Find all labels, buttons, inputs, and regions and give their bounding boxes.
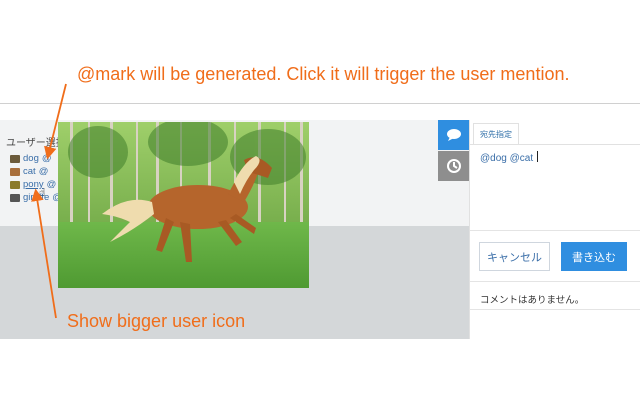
user-item-giraffe[interactable]: giraffe @ (10, 191, 58, 204)
mention-at-mark[interactable]: @ (39, 166, 49, 177)
editor-text: @dog @cat (480, 153, 534, 164)
hand-cursor-icon: ☝ (39, 187, 46, 199)
empty-comments-message: コメントはありません。 (480, 295, 585, 306)
pony-icon (10, 180, 20, 189)
user-item-dog[interactable]: dog @ (10, 152, 58, 165)
comment-tab[interactable] (438, 120, 469, 150)
dog-icon (10, 154, 20, 163)
divider (470, 281, 640, 282)
annotation-top: @mark will be generated. Click it will t… (77, 64, 570, 84)
divider (470, 230, 640, 231)
horse-photo (58, 122, 309, 288)
mention-at-mark[interactable]: @ (47, 179, 57, 190)
giraffe-icon (10, 193, 20, 202)
user-name[interactable]: cat (23, 166, 36, 177)
divider (0, 103, 640, 104)
comment-editor[interactable]: @dog @cat (480, 151, 539, 164)
history-icon (446, 159, 461, 173)
write-button[interactable]: 書き込む (561, 242, 627, 271)
comment-icon (446, 129, 461, 141)
mention-at-mark[interactable]: @ (42, 153, 52, 164)
user-list: dog @ cat @ pony @ giraffe @ (10, 152, 58, 204)
history-tab[interactable] (438, 151, 469, 181)
tab-underline (470, 144, 640, 145)
annotation-bottom: Show bigger user icon (67, 311, 246, 331)
cancel-button[interactable]: キャンセル (479, 242, 550, 271)
divider (470, 309, 640, 310)
user-name[interactable]: dog (23, 153, 39, 164)
cat-icon (10, 167, 20, 176)
user-item-cat[interactable]: cat @ (10, 165, 58, 178)
tab-recipient[interactable]: 宛先指定 (473, 123, 519, 144)
user-select-title: ユーザー選択 (6, 138, 58, 149)
user-item-pony[interactable]: pony @ (10, 178, 58, 191)
text-caret (537, 151, 539, 162)
